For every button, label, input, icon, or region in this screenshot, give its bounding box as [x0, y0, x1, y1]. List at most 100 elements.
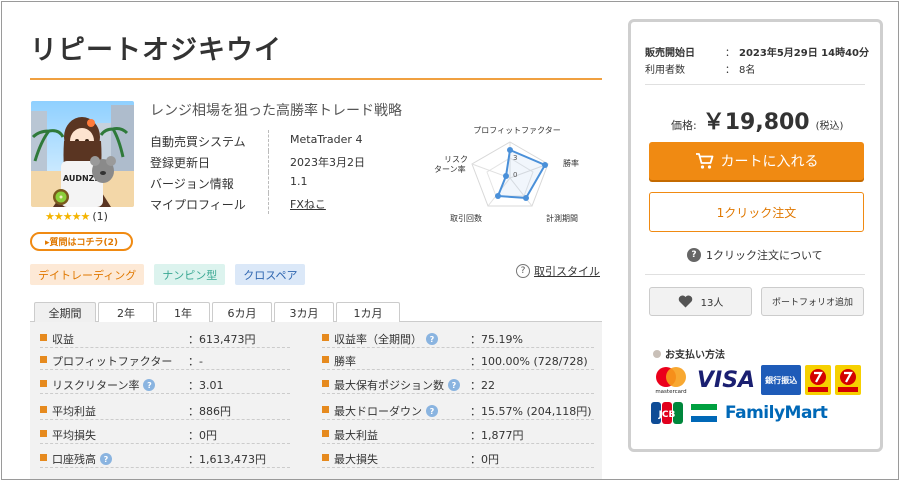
stat-divider	[40, 443, 290, 444]
stat-divider	[322, 393, 594, 394]
add-to-cart-label: カートに入れる	[720, 154, 819, 170]
bullet-dot-icon	[653, 349, 661, 358]
stat-bullet	[40, 430, 47, 437]
trade-style-label: 取引スタイル	[534, 265, 600, 278]
familymart-stripes-logo	[691, 404, 717, 422]
period-tabs: 全期間 2年 1年 6カ月 3カ月 1カ月	[30, 302, 602, 322]
product-thumbnail[interactable]: AUDNZD	[31, 101, 134, 207]
info-value: 2023年3月2日	[290, 156, 365, 169]
info-value: 1.1	[290, 175, 308, 188]
stat-average-loss: 平均損失 ：0円	[40, 424, 290, 444]
radar-scale-max: 3	[513, 154, 517, 162]
tab-3-months[interactable]: 3カ月	[274, 302, 334, 322]
stat-divider	[40, 393, 290, 394]
question-circle-icon: ?	[516, 264, 530, 278]
help-icon[interactable]: ?	[426, 333, 438, 345]
one-click-order-button[interactable]: 1クリック注文	[649, 192, 864, 232]
stat-value: ：100.00% (728/728)	[470, 355, 588, 368]
help-icon[interactable]: ?	[426, 405, 438, 417]
stat-value: ：-	[188, 355, 203, 368]
users-label: 利用者数	[645, 65, 685, 76]
help-icon[interactable]: ?	[100, 453, 112, 465]
stat-label-text: 最大保有ポジション数	[334, 379, 444, 392]
page-title: リピートオジキウイ	[30, 35, 282, 66]
info-separator	[268, 193, 269, 214]
stat-value: ：75.19%	[470, 333, 523, 346]
tag-nanpin[interactable]: ナンピン型	[154, 264, 226, 285]
help-icon[interactable]: ?	[143, 379, 156, 391]
stat-value: ：15.57% (204,118円)	[470, 405, 592, 418]
profile-link[interactable]: FXねこ	[290, 196, 326, 212]
stat-label: 最大ドローダウン?	[334, 403, 438, 419]
stat-profit: 収益 ：613,473円	[40, 328, 290, 348]
stat-bullet	[40, 380, 47, 387]
favorite-button[interactable]: 13人	[649, 287, 752, 316]
stat-max-drawdown: 最大ドローダウン? ：15.57% (204,118円)	[322, 400, 594, 420]
stat-profit-factor: プロフィットファクター ：-	[40, 350, 290, 370]
stat-bullet	[322, 454, 329, 461]
stat-value: ：3.01	[188, 379, 224, 392]
add-to-cart-button[interactable]: カートに入れる	[649, 142, 864, 180]
jcb-text: JCB	[658, 410, 676, 420]
question-button[interactable]: ▸質問はコチラ(2)	[30, 232, 133, 251]
info-separator	[268, 130, 269, 151]
stats-panel: 収益 ：613,473円 プロフィットファクター ：- リスクリターン率? ：3…	[30, 322, 602, 479]
trade-style-link[interactable]: ? 取引スタイル	[516, 263, 600, 279]
rating-stars[interactable]: ★★★★★ (1)	[45, 210, 108, 223]
jcb-logo: JCB	[651, 402, 683, 424]
stat-divider	[40, 419, 290, 420]
stat-bullet	[40, 334, 47, 341]
stat-label: 最大保有ポジション数?	[334, 377, 460, 393]
stat-label: 口座残高?	[52, 451, 112, 467]
stat-divider	[322, 419, 594, 420]
about-one-click-link[interactable]: ? 1クリック注文について	[687, 247, 823, 263]
stat-bullet	[322, 334, 329, 341]
about-one-click-label: 1クリック注文について	[706, 249, 823, 262]
stat-max-positions: 最大保有ポジション数? ：22	[322, 374, 594, 394]
stat-risk-return: リスクリターン率? ：3.01	[40, 374, 290, 394]
tab-all-period[interactable]: 全期間	[34, 302, 96, 322]
stat-label: 最大損失	[334, 451, 378, 467]
radar-label-trades: 取引回数	[450, 213, 482, 223]
stat-divider	[40, 369, 290, 370]
stat-divider	[322, 443, 594, 444]
stat-label: 最大利益	[334, 427, 378, 443]
add-portfolio-button[interactable]: ポートフォリオ追加	[761, 287, 864, 316]
stat-average-profit: 平均利益 ：886円	[40, 400, 290, 420]
tag-crosspair[interactable]: クロスペア	[235, 264, 306, 285]
tag-daytrading[interactable]: デイトレーディング	[30, 264, 145, 285]
payment-methods-label: お支払い方法	[665, 350, 725, 361]
tab-6-months[interactable]: 6カ月	[212, 302, 272, 322]
stat-label-text: 収益	[52, 333, 74, 346]
visa-logo: VISA	[697, 367, 756, 393]
tab-1-year[interactable]: 1年	[156, 302, 210, 322]
stat-label-text: 平均利益	[52, 405, 96, 418]
info-separator	[268, 151, 269, 172]
payment-methods-title: お支払い方法	[653, 346, 725, 361]
stat-bullet	[322, 380, 329, 387]
radar-label-risk-return-2: ターン率	[434, 164, 466, 174]
radar-label-win-rate: 勝率	[563, 158, 579, 168]
rating-count: (1)	[92, 210, 108, 223]
stat-divider	[322, 467, 594, 468]
stat-label: 平均利益	[52, 403, 96, 419]
payment-logos-row-2: JCB FamilyMart	[651, 402, 828, 424]
stat-max-loss: 最大損失 ：0円	[322, 448, 594, 468]
tab-1-month[interactable]: 1カ月	[336, 302, 400, 322]
info-value: MetaTrader 4	[290, 133, 363, 146]
radar-label-period: 計測期間	[546, 213, 578, 223]
info-key: バージョン情報	[150, 177, 234, 191]
help-icon[interactable]: ?	[448, 379, 460, 391]
stat-divider	[40, 347, 290, 348]
page-frame: リピートオジキウイ AUDNZD ★★★★★ (1) ▸質問はコチラ(2) レン…	[1, 1, 899, 480]
stat-label-text: 平均損失	[52, 429, 96, 442]
stat-value: ：1,877円	[470, 429, 524, 442]
familymart-logo: FamilyMart	[725, 403, 828, 423]
users-colon: ：	[725, 65, 735, 76]
stat-label-text: 収益率（全期間）	[334, 333, 422, 346]
stat-value: ：886円	[188, 405, 231, 418]
tab-2-years[interactable]: 2年	[98, 302, 154, 322]
buttons-divider	[645, 274, 865, 275]
stat-account-balance: 口座残高? ：1,613,473円	[40, 448, 290, 468]
performance-radar-chart: 3 0 プロフィットファクター 勝率 計測期間 取引回数 リスク ターン率	[434, 126, 579, 223]
